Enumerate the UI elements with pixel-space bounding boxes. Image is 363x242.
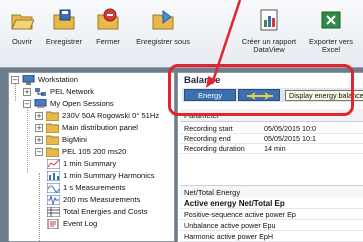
pointer-arrow-icon — [206, 0, 242, 88]
